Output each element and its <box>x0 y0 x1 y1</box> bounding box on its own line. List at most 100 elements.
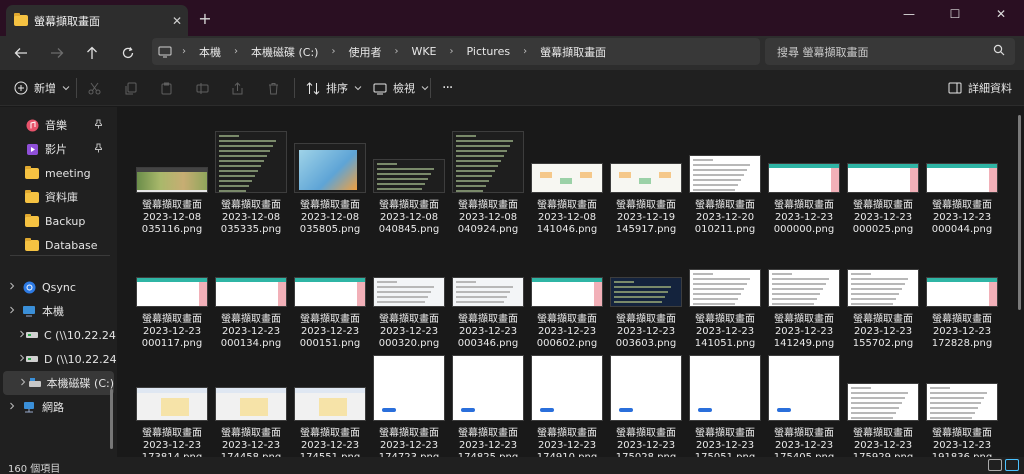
file-item[interactable]: 螢幕擷取畫面 2023-12-08 040924.png <box>450 119 526 235</box>
arrow-left-icon <box>14 48 27 58</box>
pin-icon[interactable] <box>94 119 103 132</box>
file-name: 螢幕擷取畫面 2023-12-08 040924.png <box>444 200 532 236</box>
file-name: 螢幕擷取畫面 2023-12-20 010211.png <box>681 200 769 236</box>
file-name-part: 2023-12-23 <box>142 440 202 451</box>
chevron-right-icon[interactable] <box>3 402 21 413</box>
sidebar-item[interactable]: 影片 <box>0 137 117 161</box>
file-item[interactable]: 螢幕擷取畫面 2023-12-23 003603.png <box>608 233 684 349</box>
minimize-button[interactable]: — <box>886 0 932 28</box>
file-item[interactable]: 螢幕擷取畫面 2023-12-23 000134.png <box>213 233 289 349</box>
sidebar-item[interactable]: 音樂 <box>0 113 117 137</box>
file-name-part: 2023-12-23 <box>932 212 992 223</box>
forward-button[interactable] <box>44 40 70 66</box>
file-item[interactable]: 螢幕擷取畫面 2023-12-23 000320.png <box>371 233 447 349</box>
address-bar[interactable]: › 本機 › 本機磁碟 (C:) › 使用者 › WKE › Pictures … <box>152 38 760 65</box>
file-item[interactable]: 螢幕擷取畫面 2023-12-23 000044.png <box>924 119 1000 235</box>
file-item[interactable]: 螢幕擷取畫面2023-12-23174910.png <box>529 347 605 457</box>
file-item[interactable]: 螢幕擷取畫面2023-12-23175929.png <box>845 347 921 457</box>
file-item[interactable]: 螢幕擷取畫面 2023-12-23 000117.png <box>134 233 210 349</box>
file-thumbnail <box>768 355 840 421</box>
breadcrumb-separator: › <box>182 46 186 57</box>
tab-screenshots[interactable]: 螢幕擷取畫面 ✕ <box>6 5 188 36</box>
sort-button[interactable]: 排序 <box>306 78 362 98</box>
file-name-part: 2023-12-23 <box>616 326 676 337</box>
view-icon <box>373 83 387 94</box>
large-icons-view-button[interactable] <box>1005 459 1019 471</box>
view-button[interactable]: 檢視 <box>373 78 429 98</box>
tree-item[interactable]: D (\\10.22.24. <box>0 347 117 371</box>
file-item[interactable]: 螢幕擷取畫面 2023-12-08 035335.png <box>213 119 289 235</box>
details-view-button[interactable] <box>988 459 1002 471</box>
more-options-button[interactable]: ··· <box>442 78 453 98</box>
file-item[interactable]: 螢幕擷取畫面2023-12-23175405.png <box>766 347 842 457</box>
file-item[interactable]: 螢幕擷取畫面 2023-12-19 145917.png <box>608 119 684 235</box>
file-name-part: 2023-12-23 <box>221 440 281 451</box>
file-name-part: 螢幕擷取畫面 <box>142 428 202 439</box>
tab-close-icon[interactable]: ✕ <box>166 14 188 28</box>
close-window-button[interactable]: ✕ <box>978 0 1024 28</box>
file-name: 螢幕擷取畫面 2023-12-23 172828.png <box>918 314 1006 350</box>
tree-item[interactable]: 本機 <box>0 299 117 323</box>
scrollbar-thumb[interactable] <box>1018 115 1021 310</box>
file-item[interactable]: 螢幕擷取畫面 2023-12-23 000602.png <box>529 233 605 349</box>
file-name-part: 2023-12-08 <box>300 212 360 223</box>
back-button[interactable] <box>8 40 34 66</box>
breadcrumb-users[interactable]: 使用者 <box>348 44 381 60</box>
up-button[interactable] <box>79 40 105 66</box>
new-button[interactable]: 新增 <box>14 78 70 98</box>
sidebar-item[interactable]: Backup <box>0 209 117 233</box>
file-item[interactable]: 螢幕擷取畫面 2023-12-20 010211.png <box>687 119 763 235</box>
file-item[interactable]: 螢幕擷取畫面2023-12-23175051.png <box>687 347 763 457</box>
file-item[interactable]: 螢幕擷取畫面2023-12-23174723.png <box>371 347 447 457</box>
copy-button[interactable] <box>124 78 137 98</box>
delete-button[interactable] <box>267 78 280 98</box>
breadcrumb-local-disk[interactable]: 本機磁碟 (C:) <box>251 44 318 60</box>
tree-item[interactable]: 本機磁碟 (C:) <box>3 371 114 395</box>
file-item[interactable]: 螢幕擷取畫面 2023-12-23 155702.png <box>845 233 921 349</box>
cut-button[interactable] <box>88 78 101 98</box>
breadcrumb-this-pc[interactable]: 本機 <box>199 44 221 60</box>
breadcrumb-wke[interactable]: WKE <box>411 45 436 58</box>
sidebar-item[interactable]: 資料庫 <box>0 185 117 209</box>
details-button[interactable]: 詳細資料 <box>948 78 1012 98</box>
file-item[interactable]: 螢幕擷取畫面 2023-12-23 000000.png <box>766 119 842 235</box>
sidebar-item[interactable]: Database <box>0 233 117 257</box>
sidebar-item[interactable]: meeting <box>0 161 117 185</box>
file-item[interactable]: 螢幕擷取畫面 2023-12-08 141046.png <box>529 119 605 235</box>
file-name-part: 2023-12-23 <box>695 440 755 451</box>
search-box[interactable]: 搜尋 螢幕擷取畫面 <box>765 38 1015 65</box>
file-item[interactable]: 螢幕擷取畫面2023-12-23175028.png <box>608 347 684 457</box>
file-item[interactable]: 螢幕擷取畫面 2023-12-08 035805.png <box>292 119 368 235</box>
file-item[interactable]: 螢幕擷取畫面 2023-12-23 000346.png <box>450 233 526 349</box>
chevron-right-icon[interactable] <box>3 282 21 293</box>
breadcrumb-screenshots[interactable]: 螢幕擷取畫面 <box>540 44 606 60</box>
pin-icon[interactable] <box>94 143 103 156</box>
file-item[interactable]: 螢幕擷取畫面 2023-12-23 172828.png <box>924 233 1000 349</box>
paste-button[interactable] <box>160 78 173 98</box>
new-tab-button[interactable]: + <box>194 8 216 30</box>
file-item[interactable]: 螢幕擷取畫面 2023-12-08 040845.png <box>371 119 447 235</box>
file-item[interactable]: 螢幕擷取畫面 2023-12-23 141249.png <box>766 233 842 349</box>
file-item[interactable]: 螢幕擷取畫面 2023-12-23 141051.png <box>687 233 763 349</box>
file-item[interactable]: 螢幕擷取畫面 2023-12-23 000025.png <box>845 119 921 235</box>
maximize-button[interactable]: ☐ <box>932 0 978 28</box>
tree-item[interactable]: Qsync <box>0 275 117 299</box>
share-button[interactable] <box>231 78 244 98</box>
refresh-button[interactable] <box>115 40 141 66</box>
rename-button[interactable] <box>196 78 209 98</box>
tree-item[interactable]: 網路 <box>0 395 117 419</box>
file-item[interactable]: 螢幕擷取畫面2023-12-23174551.png <box>292 347 368 457</box>
chevron-right-icon[interactable] <box>3 306 21 317</box>
file-item[interactable]: 螢幕擷取畫面2023-12-23173814.png <box>134 347 210 457</box>
file-item[interactable]: 螢幕擷取畫面 2023-12-08 035116.png <box>134 119 210 235</box>
breadcrumb-pictures[interactable]: Pictures <box>467 45 511 58</box>
file-item[interactable]: 螢幕擷取畫面2023-12-23191836.png <box>924 347 1000 457</box>
file-item[interactable]: 螢幕擷取畫面2023-12-23174458.png <box>213 347 289 457</box>
tree-item[interactable]: C (\\10.22.24. <box>0 323 117 347</box>
separator <box>430 78 431 98</box>
file-item[interactable]: 螢幕擷取畫面 2023-12-23 000151.png <box>292 233 368 349</box>
file-item[interactable]: 螢幕擷取畫面2023-12-23174825.png <box>450 347 526 457</box>
chevron-right-icon[interactable] <box>19 378 28 389</box>
sidebar-scrollbar[interactable] <box>110 389 113 449</box>
content-scrollbar[interactable] <box>1016 107 1022 457</box>
